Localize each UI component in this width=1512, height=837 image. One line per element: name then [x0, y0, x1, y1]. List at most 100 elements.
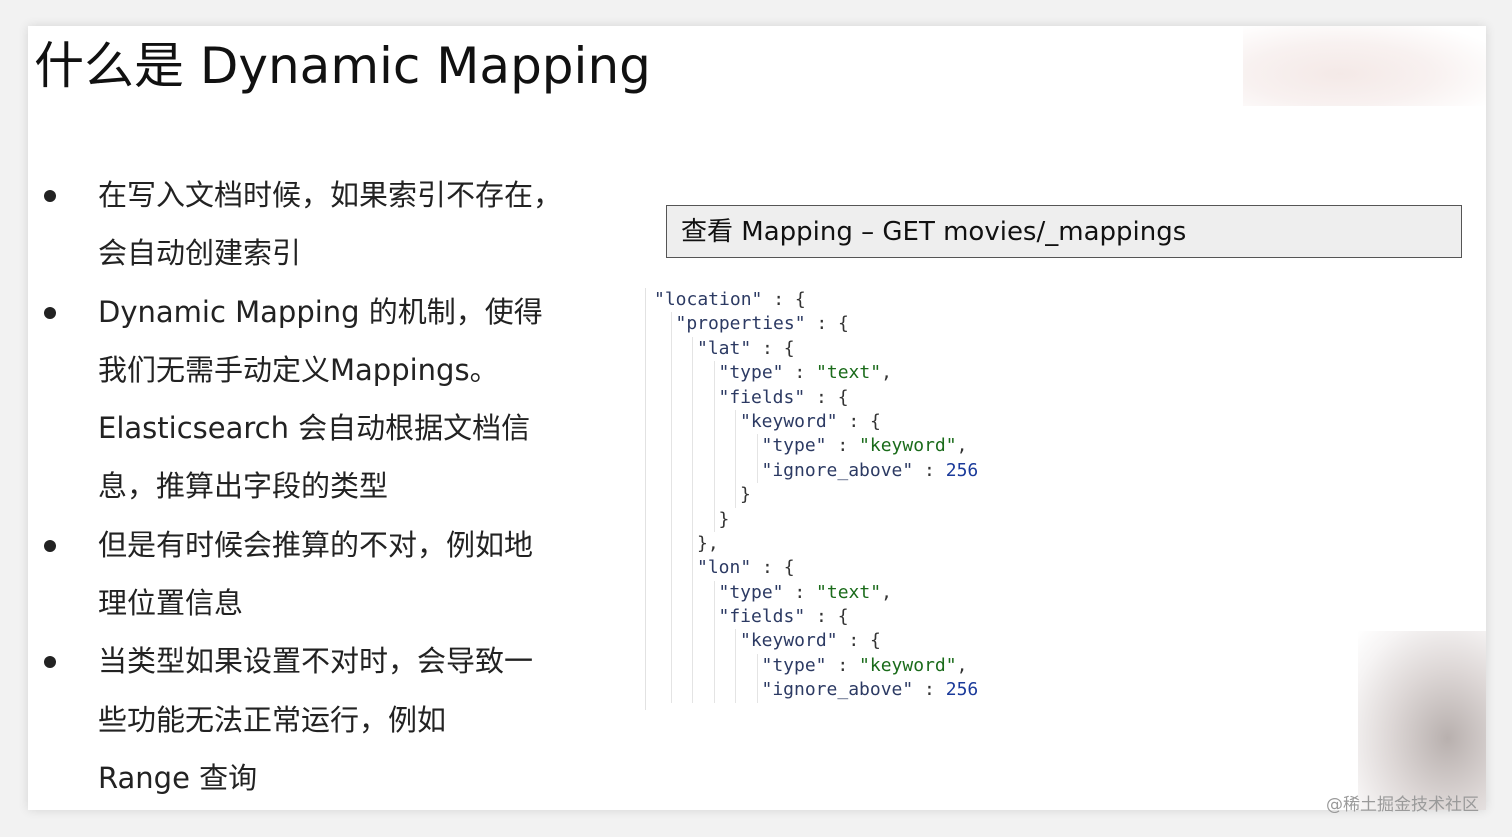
indent-guide — [713, 361, 715, 386]
code-text: "properties" : { — [676, 312, 849, 336]
code-token: "fields" — [718, 606, 806, 628]
indent-guide — [670, 336, 672, 362]
indent-guide — [670, 312, 672, 337]
code-text: } — [740, 483, 751, 507]
indent-guide — [713, 678, 715, 703]
code-text: "lat" : { — [697, 337, 795, 361]
code-line: "fields" : { — [646, 385, 1286, 410]
bullet-line: Dynamic Mapping 的机制，使得 — [98, 294, 543, 329]
code-token: 256 — [945, 679, 979, 701]
bullet-line: 理位置信息 — [98, 586, 244, 621]
indent-guide — [670, 605, 672, 630]
indent-guide — [713, 507, 715, 532]
code-token: "lat" — [697, 337, 752, 359]
bullet-list: 在写入文档时候，如果索引不存在， 会自动创建索引 Dynamic Mapping 的… — [28, 166, 628, 807]
bullet-line: 我们无需手动定义Mappings。 — [98, 352, 499, 387]
code-line: "type" : "text", — [646, 361, 1286, 386]
code-line: "lon" : { — [646, 556, 1286, 581]
code-line: }, — [646, 531, 1286, 557]
code-token: , — [956, 654, 968, 676]
code-text: "ignore_above" : 256 — [762, 678, 979, 702]
bullet-line: 当类型如果设置不对时，会导致一 — [98, 644, 534, 679]
code-token: "keyword" — [740, 410, 838, 432]
indent-guide — [735, 678, 736, 703]
indent-guide — [692, 580, 693, 606]
code-token: } — [718, 508, 730, 530]
indent-guide — [713, 458, 715, 484]
code-token: }, — [697, 532, 719, 554]
indent-guide — [692, 531, 693, 557]
bullet-line: 但是有时候会推算的不对，例如地 — [98, 527, 534, 562]
indent-guide — [670, 409, 672, 435]
code-token: : { — [805, 313, 849, 335]
code-token: , — [956, 435, 968, 457]
code-token: : { — [762, 289, 806, 310]
indent-guide — [756, 458, 758, 484]
code-token: , — [881, 362, 892, 384]
bullet-line: 会自动创建索引 — [98, 236, 302, 271]
indent-guide — [692, 556, 693, 581]
code-token: } — [740, 484, 751, 506]
bullet-dot-icon — [44, 190, 56, 202]
bullet-item: 但是有时候会推算的不对，例如地 理位置信息 — [28, 516, 628, 633]
code-token: "type" — [718, 581, 784, 603]
indent-guide — [692, 629, 693, 654]
bullet-dot-icon — [44, 539, 56, 552]
code-token: "location" — [654, 289, 763, 310]
indent-guide — [756, 434, 758, 459]
bullet-item: 当类型如果设置不对时，会导致一 些功能无法正常运行，例如 Range 查询 — [28, 632, 628, 807]
code-token: : { — [837, 630, 881, 652]
code-token: : — [783, 362, 817, 384]
indent-guide — [713, 385, 715, 410]
code-block: "location" : {"properties" : {"lat" : {"… — [645, 288, 1286, 710]
indent-guide — [692, 434, 693, 459]
indent-guide — [692, 458, 693, 484]
code-line: "keyword" : { — [646, 409, 1286, 435]
code-line: } — [646, 483, 1286, 508]
code-token: , — [881, 581, 892, 603]
bullet-item: Dynamic Mapping 的机制，使得 我们无需手动定义Mappings。 E… — [28, 283, 628, 516]
indent-guide — [670, 507, 672, 532]
code-line: "lat" : { — [646, 336, 1286, 362]
code-token: : — [783, 581, 817, 603]
indent-guide — [670, 629, 672, 654]
indent-guide — [735, 653, 736, 679]
slide: 什么是 Dynamic Mapping 在写入文档时候，如果索引不存在， 会自动创… — [28, 26, 1486, 810]
code-line: "keyword" : { — [646, 629, 1286, 654]
indent-guide — [713, 605, 715, 630]
code-line: } — [646, 507, 1286, 532]
indent-guide — [670, 483, 672, 508]
code-text: "keyword" : { — [740, 410, 881, 434]
code-token: "ignore_above" — [761, 459, 914, 481]
indent-guide — [735, 458, 736, 484]
code-text: "fields" : { — [719, 605, 849, 629]
bullet-line: 息，推算出字段的类型 — [98, 469, 389, 504]
code-token: "properties" — [675, 313, 806, 335]
code-token: "lon" — [697, 557, 752, 579]
webcam-blur-bottom — [1358, 631, 1486, 810]
code-token: : { — [751, 557, 795, 579]
indent-guide — [670, 458, 672, 484]
code-text: "type" : "keyword", — [762, 654, 968, 678]
code-line: "type" : "text", — [646, 580, 1286, 606]
code-token: : — [913, 459, 946, 481]
code-token: "type" — [718, 362, 784, 384]
indent-guide — [692, 653, 693, 679]
code-text: } — [719, 508, 730, 532]
indent-guide — [713, 629, 715, 654]
bullet-line: Range 查询 — [98, 760, 258, 795]
indent-guide — [670, 580, 672, 606]
indent-guide — [756, 678, 758, 703]
code-line: "properties" : { — [646, 312, 1286, 337]
code-token: : — [826, 654, 860, 676]
code-line: "location" : { — [646, 288, 1286, 312]
bullet-line: 些功能无法正常运行，例如 — [98, 702, 447, 737]
indent-guide — [756, 653, 758, 679]
indent-guide — [670, 556, 672, 581]
indent-guide — [713, 483, 715, 508]
code-text: "lon" : { — [697, 556, 795, 580]
webcam-blur-top — [1243, 26, 1486, 106]
code-line: "type" : "keyword", — [646, 653, 1286, 679]
code-token: : — [826, 435, 860, 457]
code-token: : { — [837, 410, 881, 432]
